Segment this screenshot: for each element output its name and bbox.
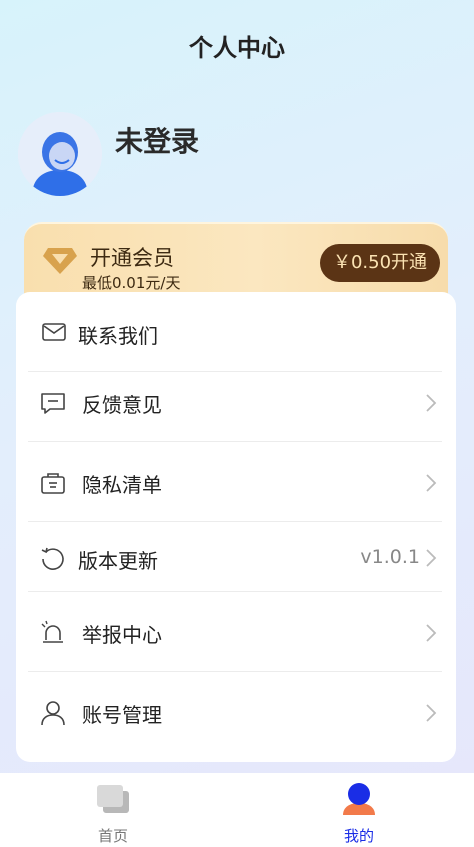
vip-open-button[interactable]: ￥0.50开通 <box>320 244 440 282</box>
privacy-list-icon <box>41 473 65 494</box>
alarm-icon <box>41 620 63 643</box>
menu-item-contact[interactable]: 联系我们 <box>28 292 442 372</box>
chevron-right-icon <box>426 704 437 722</box>
default-avatar-icon <box>18 112 102 196</box>
menu-label: 账号管理 <box>82 703 162 727</box>
menu-item-report[interactable]: 举报中心 <box>28 592 442 672</box>
tab-home[interactable]: 首页 <box>53 773 173 847</box>
chevron-right-icon <box>426 394 437 412</box>
vip-title: 开通会员 <box>90 246 174 270</box>
menu-label: 举报中心 <box>82 623 162 647</box>
chevron-right-icon <box>426 474 437 492</box>
refresh-icon <box>41 547 64 570</box>
menu-label: 联系我们 <box>78 324 158 348</box>
tab-label: 我的 <box>343 827 374 845</box>
menu-item-feedback[interactable]: 反馈意见 <box>28 362 442 442</box>
version-value: v1.0.1 <box>360 546 420 568</box>
chevron-right-icon <box>426 549 437 567</box>
tab-profile[interactable]: 我的 <box>299 773 419 847</box>
menu-item-privacy[interactable]: 隐私清单 <box>28 442 442 522</box>
username[interactable]: 未登录 <box>115 120 199 160</box>
message-icon <box>41 393 65 414</box>
avatar[interactable] <box>18 112 102 196</box>
tab-label: 首页 <box>97 827 128 845</box>
menu-label: 反馈意见 <box>82 393 162 417</box>
bottom-tabbar: 首页 我的 <box>0 773 474 847</box>
menu-card: 联系我们 反馈意见 隐私清单 版本更新 v1.0.1 举报中心 账号管理 <box>16 292 456 762</box>
user-icon <box>41 701 65 726</box>
menu-item-version[interactable]: 版本更新 v1.0.1 <box>28 522 442 592</box>
menu-label: 版本更新 <box>78 549 158 573</box>
menu-label: 隐私清单 <box>82 473 162 497</box>
menu-item-account[interactable]: 账号管理 <box>28 672 442 752</box>
mail-icon <box>42 323 66 341</box>
home-cards-icon <box>97 785 129 813</box>
profile-icon <box>343 783 375 815</box>
diamond-icon <box>43 248 77 274</box>
vip-subtitle: 最低0.01元/天 <box>82 274 181 292</box>
chevron-right-icon <box>426 624 437 642</box>
page-title: 个人中心 <box>189 34 285 62</box>
